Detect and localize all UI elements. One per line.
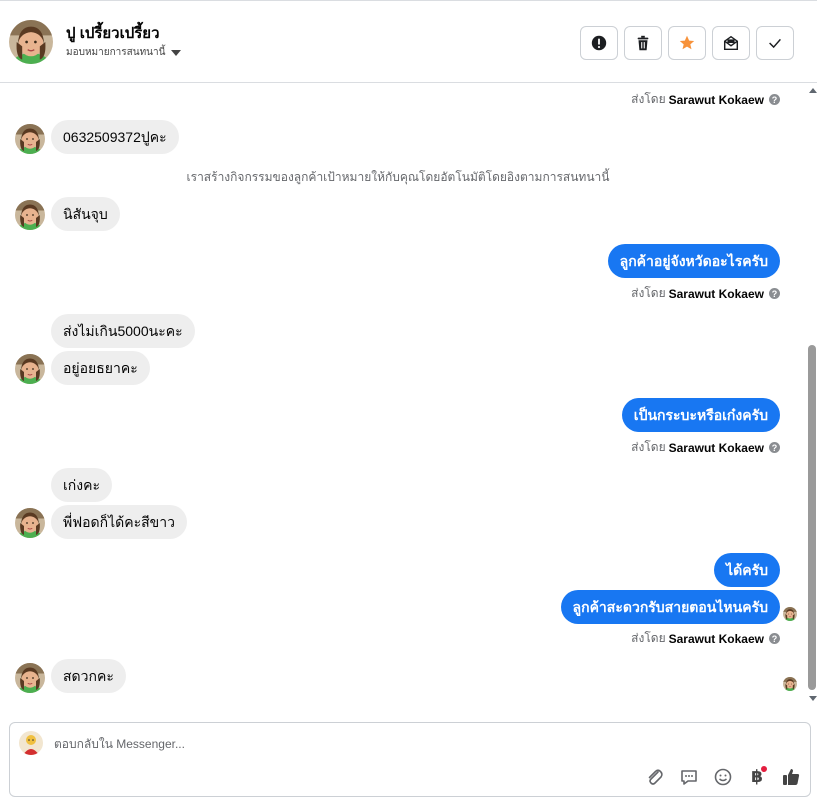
incoming-message[interactable]: พี่ฟอดก็ได้คะสีขาว [51, 505, 187, 539]
scroll-up-arrow-icon[interactable] [809, 88, 817, 93]
emoji-button[interactable] [712, 766, 734, 788]
sent-by-line: ส่งโดย Sarawut Kokaew ? [631, 438, 780, 457]
contact-avatar[interactable] [15, 354, 45, 384]
mark-done-button[interactable] [756, 26, 794, 60]
mark-spam-button[interactable] [580, 26, 618, 60]
chat-bubble-icon [681, 770, 697, 785]
trash-icon [637, 35, 649, 51]
payment-button[interactable]: ฿ [746, 766, 768, 788]
sent-by-line: ส่งโดย Sarawut Kokaew ? [631, 90, 780, 109]
sent-by-line: ส่งโดย Sarawut Kokaew ? [631, 629, 780, 648]
reply-input[interactable] [54, 733, 654, 755]
incoming-message[interactable]: 0632509372ปูคะ [51, 120, 179, 154]
system-note: เราสร้างกิจกรรมของลูกค้าเป้าหมายให้กับคุ… [186, 170, 610, 184]
smiley-icon [714, 768, 732, 786]
contact-avatar[interactable] [15, 124, 45, 154]
outgoing-message[interactable]: ลูกค้าสะดวกรับสายตอนไหนครับ [560, 590, 780, 624]
message-thread[interactable]: ส่งโดย Sarawut Kokaew ? 0632509372ปูคะ เ… [0, 84, 806, 706]
incoming-message[interactable]: นิสันจุบ [51, 197, 120, 231]
like-button[interactable] [780, 766, 802, 788]
composer-tools: ฿ [644, 766, 802, 788]
contact-avatar[interactable] [15, 663, 45, 693]
contact-name[interactable]: ปู เปรี้ยวเปรี้ยว [66, 21, 160, 45]
incoming-message[interactable]: สดวกคะ [51, 659, 126, 693]
contact-avatar[interactable] [15, 200, 45, 230]
check-icon [769, 38, 781, 49]
incoming-message[interactable]: เก่งคะ [51, 468, 112, 502]
page-avatar [19, 731, 43, 755]
help-icon[interactable]: ? [769, 633, 780, 644]
reply-composer: ฿ [9, 722, 811, 797]
scroll-down-arrow-icon[interactable] [809, 696, 817, 701]
contact-avatar[interactable] [9, 20, 53, 64]
outgoing-message[interactable]: ได้ครับ [714, 553, 780, 587]
assign-label: มอบหมายการสนทนานี้ [66, 47, 166, 58]
delete-button[interactable] [624, 26, 662, 60]
notification-dot [761, 766, 767, 772]
mark-unread-button[interactable] [712, 26, 750, 60]
star-icon [679, 35, 695, 50]
contact-avatar[interactable] [15, 508, 45, 538]
star-button[interactable] [668, 26, 706, 60]
conversation-actions [580, 26, 794, 60]
incoming-message[interactable]: อยู่อยธยาคะ [51, 351, 150, 385]
alert-icon [591, 35, 607, 51]
seen-avatar [783, 677, 797, 691]
conversation-header: ปู เปรี้ยวเปรี้ยว มอบหมายการสนทนานี้ [0, 0, 817, 83]
envelope-icon [723, 35, 739, 51]
seen-avatar [783, 607, 797, 621]
help-icon[interactable]: ? [769, 94, 780, 105]
paperclip-icon [648, 769, 663, 785]
incoming-message[interactable]: ส่งไม่เกิน5000นะคะ [51, 314, 195, 348]
saved-replies-button[interactable] [678, 766, 700, 788]
thumbs-up-icon [783, 769, 800, 785]
help-icon[interactable]: ? [769, 288, 780, 299]
outgoing-message[interactable]: เป็นกระบะหรือเก๋งครับ [621, 398, 780, 432]
outgoing-message[interactable]: ลูกค้าอยู่จังหวัดอะไรครับ [607, 244, 780, 278]
scrollbar-thumb[interactable] [808, 345, 816, 690]
help-icon[interactable]: ? [769, 442, 780, 453]
caret-down-icon [171, 49, 182, 56]
assign-conversation-dropdown[interactable]: มอบหมายการสนทนานี้ [66, 45, 182, 60]
sent-by-line: ส่งโดย Sarawut Kokaew ? [631, 284, 780, 303]
attach-button[interactable] [644, 766, 666, 788]
